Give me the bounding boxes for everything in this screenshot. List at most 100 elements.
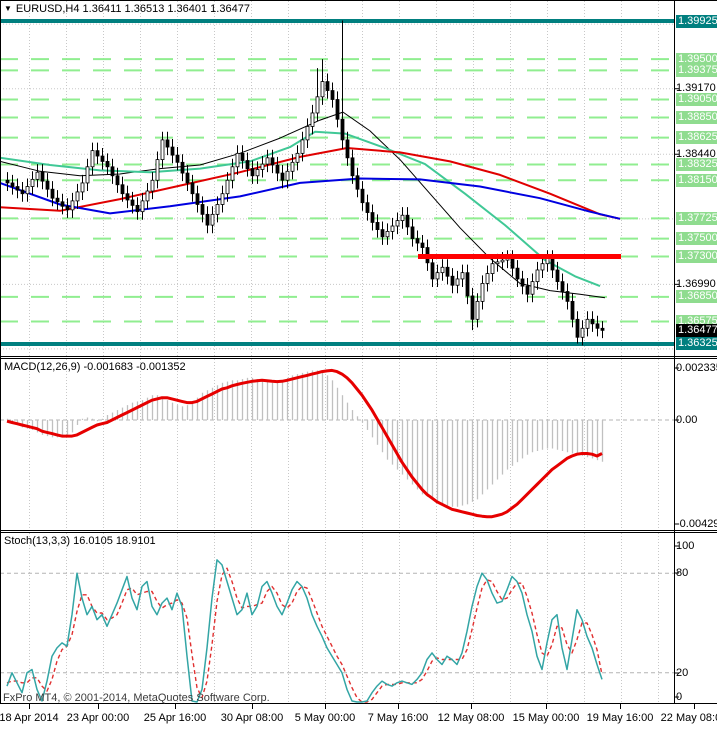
candle-body	[400, 214, 405, 222]
candle-body	[210, 213, 215, 226]
candle-body	[250, 168, 255, 177]
candle-body	[85, 166, 90, 184]
candle-body	[270, 157, 275, 166]
price-label-1.39375: 1.39375	[676, 63, 717, 77]
candle-body	[590, 318, 595, 325]
candle-body	[130, 199, 135, 206]
candle-body	[555, 269, 560, 283]
candle-body	[410, 226, 415, 239]
date-label: 22 May 08:00	[660, 712, 717, 724]
candle-body	[135, 204, 140, 213]
candle-body	[60, 201, 65, 207]
candle-body	[335, 99, 340, 120]
candle-body	[165, 139, 170, 148]
candle-body	[150, 179, 155, 192]
candle-body	[420, 242, 425, 248]
candle-body	[350, 157, 355, 177]
price-label-1.36850: 1.36850	[676, 290, 717, 304]
candle-body	[550, 257, 555, 271]
candle-body	[145, 190, 150, 202]
price-label-1.37300: 1.37300	[676, 250, 717, 263]
candle-body	[315, 96, 320, 114]
candle-body	[30, 178, 35, 187]
date-label: 5 May 00:00	[294, 712, 356, 724]
candle-body	[80, 182, 85, 193]
candle-body	[280, 172, 285, 181]
candle-body	[450, 275, 455, 286]
candle-body	[360, 188, 365, 204]
stoch-scale-label-0: 0	[676, 690, 683, 703]
candle-body	[275, 164, 280, 174]
date-label: 23 Apr 00:00	[66, 712, 130, 724]
candle-body	[495, 261, 500, 265]
candle-body	[460, 272, 465, 280]
candle-body	[520, 278, 525, 287]
candle-body	[375, 222, 380, 230]
stoch-indicator-label: Stoch(13,3,3) 16.0105 18.9101	[4, 535, 156, 547]
macd-scale-label--0.004297: -0.004297	[676, 517, 717, 530]
candle-body	[525, 285, 530, 295]
candle-body	[75, 191, 80, 202]
candle-body	[595, 323, 600, 329]
candle-body	[415, 238, 420, 244]
candle-body	[300, 139, 305, 154]
candle-body	[140, 200, 145, 213]
price-label-1.39050: 1.39050	[676, 93, 717, 106]
candle-body	[120, 184, 125, 195]
price-label-1.37725: 1.37725	[676, 211, 717, 225]
symbol-dropdown-icon[interactable]: ▼	[4, 4, 12, 13]
candle-body	[445, 266, 450, 277]
candle-body	[235, 152, 240, 168]
candle-body	[600, 327, 605, 331]
candle-body	[200, 204, 205, 215]
candle-body	[440, 266, 445, 274]
candle-body	[365, 202, 370, 213]
candle-body	[255, 169, 260, 177]
candle-body	[285, 170, 290, 181]
candle-body	[5, 179, 10, 184]
candle-body	[470, 295, 475, 320]
candle-body	[435, 272, 440, 280]
price-label-1.36325: 1.36325	[676, 337, 717, 351]
candle-body	[220, 193, 225, 205]
candle-body	[500, 259, 505, 263]
price-label-1.38150: 1.38150	[676, 173, 717, 187]
date-label: 12 May 08:00	[437, 712, 505, 724]
candle-body	[480, 283, 485, 302]
candle-body	[10, 182, 15, 187]
candle-body	[565, 291, 570, 302]
symbol-ohlc-title: EURUSD,H4 1.36411 1.36513 1.36401 1.3647…	[15, 3, 250, 15]
candle-body	[490, 263, 495, 274]
candle-body	[55, 197, 60, 203]
candle-body	[35, 171, 40, 180]
candle-body	[95, 150, 100, 157]
stoch-scale-label-80: 80	[676, 566, 689, 579]
candle-body	[295, 152, 300, 163]
candle-body	[110, 166, 115, 177]
candle-body	[385, 230, 390, 238]
price-label-1.38850: 1.38850	[676, 110, 717, 124]
date-label: 15 May 00:00	[512, 712, 580, 724]
candle-body	[570, 300, 575, 320]
candle-body	[355, 175, 360, 190]
price-label-1.39925: 1.39925	[676, 14, 717, 28]
price-label-1.36990: 1.36990	[676, 277, 716, 290]
candle-body	[70, 200, 75, 211]
candle-body	[225, 179, 230, 195]
candle-body	[15, 186, 20, 191]
candle-body	[530, 281, 535, 295]
candle-body	[510, 257, 515, 269]
candle-body	[485, 273, 490, 284]
price-label-1.37500: 1.37500	[676, 232, 717, 246]
candle-body	[305, 126, 310, 141]
candle-body	[585, 318, 590, 329]
candle-body	[390, 225, 395, 232]
candle-body	[345, 139, 350, 159]
candle-body	[105, 161, 110, 168]
date-label: 25 Apr 16:00	[143, 712, 207, 724]
date-label: 7 May 16:00	[367, 712, 429, 724]
candle-body	[65, 205, 70, 211]
candle-body	[430, 262, 435, 280]
candle-body	[20, 189, 25, 195]
candle-body	[180, 161, 185, 174]
